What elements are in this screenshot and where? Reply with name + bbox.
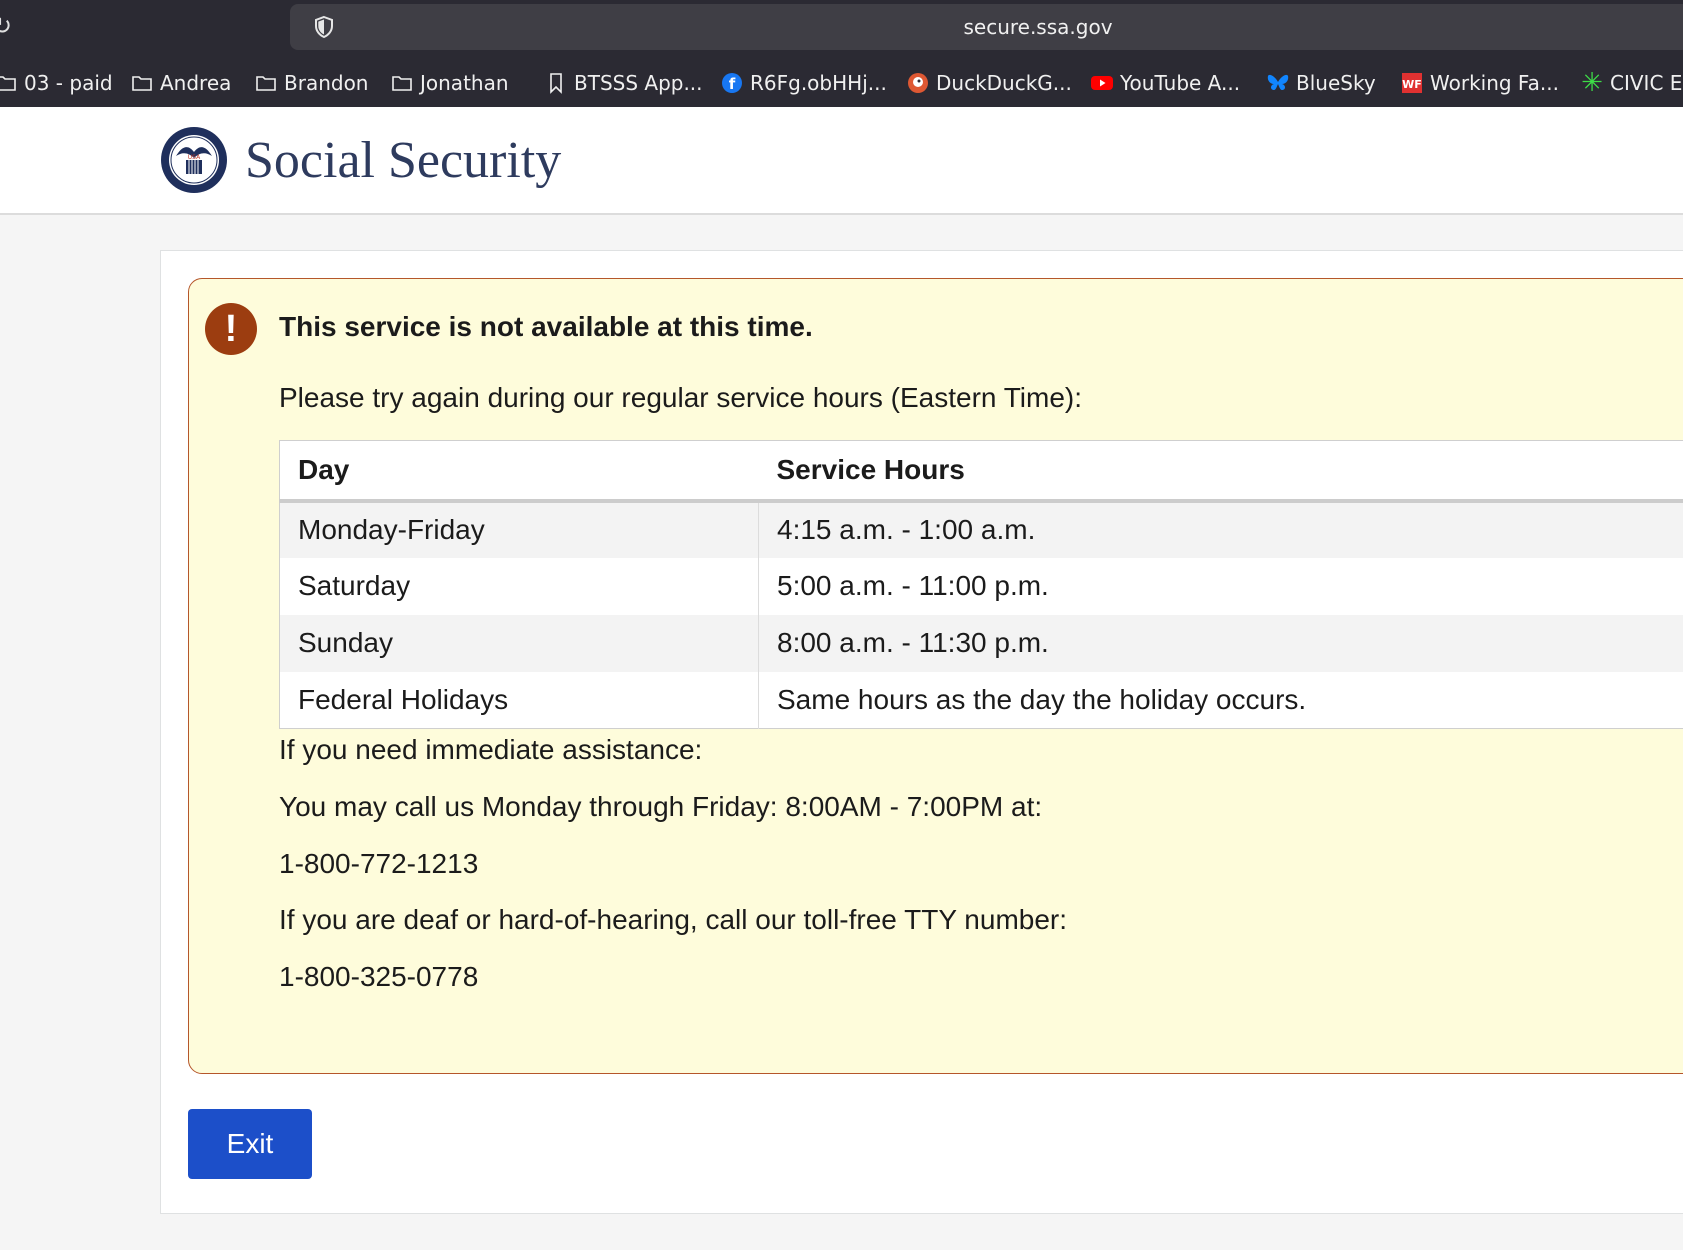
table-row: Sunday 8:00 a.m. - 11:30 p.m. bbox=[279, 614, 1683, 672]
column-header-day: Day bbox=[279, 440, 759, 503]
wfp-icon: WF bbox=[1400, 71, 1424, 95]
bookmark-label: 03 - paid bbox=[24, 71, 113, 95]
bookmark-label: BTSSS App... bbox=[574, 71, 703, 95]
exit-button[interactable]: Exit bbox=[188, 1109, 312, 1179]
hours-cell: 8:00 a.m. - 11:30 p.m. bbox=[758, 614, 1683, 672]
table-row: Saturday 5:00 a.m. - 11:00 p.m. bbox=[279, 557, 1683, 615]
table-row: Federal Holidays Same hours as the day t… bbox=[279, 671, 1683, 729]
bookmark-brandon[interactable]: Brandon bbox=[254, 62, 368, 104]
content-card: ! This service is not available at this … bbox=[160, 250, 1683, 1214]
service-unavailable-alert: ! This service is not available at this … bbox=[188, 278, 1683, 1074]
bookmark-bluesky[interactable]: BlueSky bbox=[1266, 62, 1376, 104]
hours-cell: Same hours as the day the holiday occurs… bbox=[777, 683, 1307, 715]
bookmarks-bar: 03 - paid Andrea Brandon Jonathan BTSSS … bbox=[0, 62, 1683, 104]
bookmark-label: CIVIC EI bbox=[1610, 71, 1683, 95]
hours-cell: 5:00 a.m. - 11:00 p.m. bbox=[777, 570, 1049, 601]
bookmark-label: Andrea bbox=[160, 71, 232, 95]
service-hours-table: Day Service Hours Monday-Friday 4:15 a.m… bbox=[279, 440, 1683, 729]
folder-icon bbox=[130, 71, 154, 95]
hours-cell: 4:15 a.m. - 1:00 a.m. bbox=[758, 500, 1683, 558]
bookmark-working-families[interactable]: WF Working Fa... bbox=[1400, 62, 1559, 104]
exclamation-icon: ! bbox=[205, 303, 257, 355]
bookmark-label: BlueSky bbox=[1296, 71, 1376, 95]
bookmark-label: YouTube A... bbox=[1120, 71, 1241, 95]
browser-chrome: ↻ secure.ssa.gov 03 - paid Andrea Brando… bbox=[0, 0, 1683, 107]
svg-text:USA: USA bbox=[188, 154, 201, 161]
day-cell: Sunday bbox=[279, 614, 759, 672]
bookmark-jonathan[interactable]: Jonathan bbox=[390, 62, 509, 104]
bookmark-btsss[interactable]: BTSSS App... bbox=[544, 62, 703, 104]
svg-text:WF: WF bbox=[1402, 78, 1422, 91]
bookmark-label: Jonathan bbox=[420, 71, 509, 95]
call-hours-text: You may call us Monday through Friday: 8… bbox=[279, 791, 1043, 822]
reload-icon[interactable]: ↻ bbox=[0, 12, 16, 40]
bookmark-03-paid[interactable]: 03 - paid bbox=[0, 62, 113, 104]
alert-title: This service is not available at this ti… bbox=[279, 311, 813, 342]
youtube-icon bbox=[1090, 71, 1114, 95]
bookmark-label: DuckDuckG... bbox=[936, 71, 1072, 95]
immediate-assistance-text: If you need immediate assistance: bbox=[279, 734, 703, 765]
svg-text:f: f bbox=[729, 75, 736, 93]
table-row: Monday-Friday 4:15 a.m. - 1:00 a.m. bbox=[279, 500, 1683, 558]
site-brand-title[interactable]: Social Security bbox=[245, 131, 561, 191]
duckduckgo-icon bbox=[906, 71, 930, 95]
bookmark-civic[interactable]: ✳ CIVIC EI bbox=[1580, 62, 1683, 104]
site-header: USA Social Security bbox=[0, 107, 1683, 215]
bookmark-icon bbox=[544, 71, 568, 95]
folder-icon bbox=[390, 71, 414, 95]
day-cell: Federal Holidays bbox=[279, 671, 759, 729]
bookmark-andrea[interactable]: Andrea bbox=[130, 62, 231, 104]
tty-phone-number: 1-800-325-0778 bbox=[279, 961, 479, 992]
alert-lead-text: Please try again during our regular serv… bbox=[279, 382, 1083, 413]
folder-icon bbox=[0, 71, 18, 95]
asterisk-icon: ✳ bbox=[1581, 68, 1603, 98]
day-cell: Monday-Friday bbox=[279, 500, 759, 558]
bookmark-label: Brandon bbox=[284, 71, 369, 95]
bookmark-facebook[interactable]: f R6Fg.obHHj... bbox=[720, 62, 887, 104]
address-bar-url[interactable]: secure.ssa.gov bbox=[290, 4, 1683, 50]
address-bar[interactable]: secure.ssa.gov bbox=[290, 4, 1683, 50]
folder-icon bbox=[254, 71, 278, 95]
phone-number: 1-800-772-1213 bbox=[279, 848, 479, 879]
tty-text: If you are deaf or hard-of-hearing, call… bbox=[279, 904, 1068, 935]
bookmark-label: R6Fg.obHHj... bbox=[750, 71, 887, 95]
butterfly-icon bbox=[1266, 71, 1290, 95]
bookmark-label: Working Fa... bbox=[1430, 71, 1559, 95]
table-header-row: Day Service Hours bbox=[279, 440, 1683, 503]
bookmark-duckduckgo[interactable]: DuckDuckG... bbox=[906, 62, 1072, 104]
bookmark-youtube[interactable]: YouTube A... bbox=[1090, 62, 1240, 104]
column-header-service-hours: Service Hours bbox=[758, 440, 1683, 503]
ssa-seal-icon[interactable]: USA bbox=[160, 126, 228, 194]
facebook-icon: f bbox=[720, 71, 744, 95]
day-cell: Saturday bbox=[279, 557, 759, 615]
